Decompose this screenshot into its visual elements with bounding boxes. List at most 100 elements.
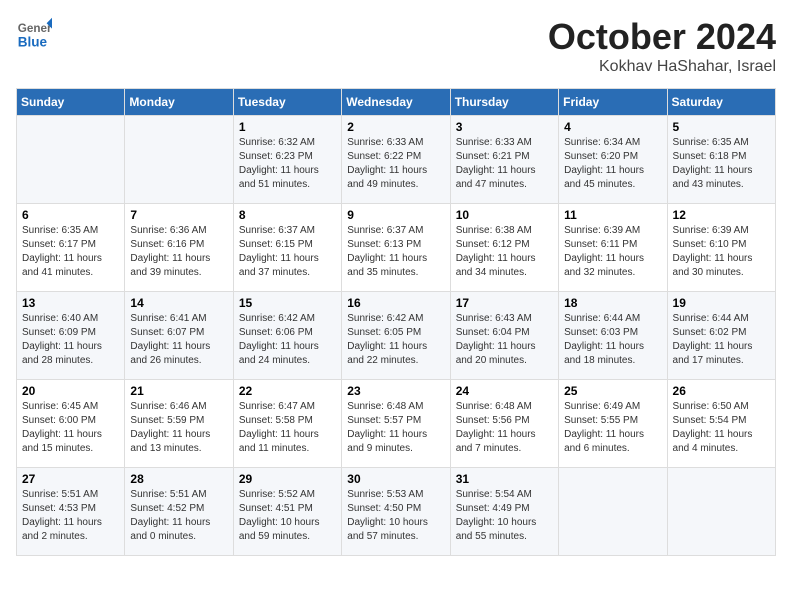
sunset-text: Sunset: 6:15 PM [239, 239, 313, 250]
day-number: 28 [130, 472, 227, 486]
day-number: 14 [130, 296, 227, 310]
calendar-cell: 2 Sunrise: 6:33 AM Sunset: 6:22 PM Dayli… [342, 116, 450, 204]
day-number: 12 [673, 208, 770, 222]
day-number: 29 [239, 472, 336, 486]
daylight-text: Daylight: 11 hours and 39 minutes. [130, 253, 210, 278]
cell-info: Sunrise: 6:45 AM Sunset: 6:00 PM Dayligh… [22, 400, 119, 456]
day-number: 10 [456, 208, 553, 222]
sunrise-text: Sunrise: 6:36 AM [130, 225, 206, 236]
calendar-cell: 29 Sunrise: 5:52 AM Sunset: 4:51 PM Dayl… [233, 468, 341, 556]
cell-info: Sunrise: 6:33 AM Sunset: 6:22 PM Dayligh… [347, 136, 444, 192]
cell-info: Sunrise: 6:34 AM Sunset: 6:20 PM Dayligh… [564, 136, 661, 192]
calendar-cell: 5 Sunrise: 6:35 AM Sunset: 6:18 PM Dayli… [667, 116, 775, 204]
calendar-cell: 3 Sunrise: 6:33 AM Sunset: 6:21 PM Dayli… [450, 116, 558, 204]
sunset-text: Sunset: 6:10 PM [673, 239, 747, 250]
svg-text:Blue: Blue [18, 35, 48, 50]
calendar-cell: 12 Sunrise: 6:39 AM Sunset: 6:10 PM Dayl… [667, 204, 775, 292]
day-number: 13 [22, 296, 119, 310]
weekday-header-cell: Saturday [667, 89, 775, 116]
calendar-week-row: 20 Sunrise: 6:45 AM Sunset: 6:00 PM Dayl… [17, 380, 776, 468]
daylight-text: Daylight: 11 hours and 49 minutes. [347, 165, 427, 190]
calendar-cell: 7 Sunrise: 6:36 AM Sunset: 6:16 PM Dayli… [125, 204, 233, 292]
day-number: 5 [673, 120, 770, 134]
daylight-text: Daylight: 11 hours and 47 minutes. [456, 165, 536, 190]
sunrise-text: Sunrise: 5:51 AM [130, 489, 206, 500]
calendar-week-row: 13 Sunrise: 6:40 AM Sunset: 6:09 PM Dayl… [17, 292, 776, 380]
day-number: 11 [564, 208, 661, 222]
sunset-text: Sunset: 6:22 PM [347, 151, 421, 162]
weekday-header-cell: Wednesday [342, 89, 450, 116]
cell-info: Sunrise: 6:39 AM Sunset: 6:11 PM Dayligh… [564, 224, 661, 280]
daylight-text: Daylight: 11 hours and 17 minutes. [673, 341, 753, 366]
day-number: 21 [130, 384, 227, 398]
day-number: 20 [22, 384, 119, 398]
day-number: 22 [239, 384, 336, 398]
cell-info: Sunrise: 6:38 AM Sunset: 6:12 PM Dayligh… [456, 224, 553, 280]
day-number: 31 [456, 472, 553, 486]
calendar-cell: 25 Sunrise: 6:49 AM Sunset: 5:55 PM Dayl… [559, 380, 667, 468]
cell-info: Sunrise: 6:40 AM Sunset: 6:09 PM Dayligh… [22, 312, 119, 368]
calendar-cell [125, 116, 233, 204]
cell-info: Sunrise: 6:43 AM Sunset: 6:04 PM Dayligh… [456, 312, 553, 368]
daylight-text: Daylight: 11 hours and 43 minutes. [673, 165, 753, 190]
daylight-text: Daylight: 11 hours and 24 minutes. [239, 341, 319, 366]
sunrise-text: Sunrise: 6:44 AM [564, 313, 640, 324]
sunset-text: Sunset: 6:00 PM [22, 415, 96, 426]
sunrise-text: Sunrise: 6:45 AM [22, 401, 98, 412]
day-number: 4 [564, 120, 661, 134]
sunrise-text: Sunrise: 6:35 AM [673, 137, 749, 148]
cell-info: Sunrise: 5:52 AM Sunset: 4:51 PM Dayligh… [239, 488, 336, 544]
calendar-week-row: 27 Sunrise: 5:51 AM Sunset: 4:53 PM Dayl… [17, 468, 776, 556]
day-number: 3 [456, 120, 553, 134]
sunrise-text: Sunrise: 6:42 AM [347, 313, 423, 324]
day-number: 7 [130, 208, 227, 222]
day-number: 15 [239, 296, 336, 310]
month-title: October 2024 [548, 16, 776, 58]
calendar-cell: 21 Sunrise: 6:46 AM Sunset: 5:59 PM Dayl… [125, 380, 233, 468]
calendar-body: 1 Sunrise: 6:32 AM Sunset: 6:23 PM Dayli… [17, 116, 776, 556]
cell-info: Sunrise: 6:44 AM Sunset: 6:02 PM Dayligh… [673, 312, 770, 368]
daylight-text: Daylight: 11 hours and 26 minutes. [130, 341, 210, 366]
calendar-cell: 27 Sunrise: 5:51 AM Sunset: 4:53 PM Dayl… [17, 468, 125, 556]
sunset-text: Sunset: 6:18 PM [673, 151, 747, 162]
sunset-text: Sunset: 4:50 PM [347, 503, 421, 514]
calendar-cell: 20 Sunrise: 6:45 AM Sunset: 6:00 PM Dayl… [17, 380, 125, 468]
cell-info: Sunrise: 6:42 AM Sunset: 6:05 PM Dayligh… [347, 312, 444, 368]
cell-info: Sunrise: 6:37 AM Sunset: 6:15 PM Dayligh… [239, 224, 336, 280]
sunrise-text: Sunrise: 6:42 AM [239, 313, 315, 324]
calendar-table: SundayMondayTuesdayWednesdayThursdayFrid… [16, 88, 776, 556]
sunrise-text: Sunrise: 6:48 AM [347, 401, 423, 412]
calendar-cell [17, 116, 125, 204]
day-number: 19 [673, 296, 770, 310]
calendar-cell: 22 Sunrise: 6:47 AM Sunset: 5:58 PM Dayl… [233, 380, 341, 468]
location: Kokhav HaShahar, Israel [548, 58, 776, 76]
daylight-text: Daylight: 11 hours and 4 minutes. [673, 429, 753, 454]
logo: General Blue [16, 16, 56, 52]
daylight-text: Daylight: 10 hours and 55 minutes. [456, 517, 537, 542]
cell-info: Sunrise: 6:36 AM Sunset: 6:16 PM Dayligh… [130, 224, 227, 280]
cell-info: Sunrise: 6:48 AM Sunset: 5:57 PM Dayligh… [347, 400, 444, 456]
calendar-cell: 18 Sunrise: 6:44 AM Sunset: 6:03 PM Dayl… [559, 292, 667, 380]
sunset-text: Sunset: 5:59 PM [130, 415, 204, 426]
sunrise-text: Sunrise: 6:47 AM [239, 401, 315, 412]
calendar-cell: 11 Sunrise: 6:39 AM Sunset: 6:11 PM Dayl… [559, 204, 667, 292]
sunrise-text: Sunrise: 6:33 AM [456, 137, 532, 148]
sunrise-text: Sunrise: 5:51 AM [22, 489, 98, 500]
calendar-cell: 15 Sunrise: 6:42 AM Sunset: 6:06 PM Dayl… [233, 292, 341, 380]
day-number: 26 [673, 384, 770, 398]
cell-info: Sunrise: 6:48 AM Sunset: 5:56 PM Dayligh… [456, 400, 553, 456]
sunset-text: Sunset: 6:05 PM [347, 327, 421, 338]
calendar-cell: 13 Sunrise: 6:40 AM Sunset: 6:09 PM Dayl… [17, 292, 125, 380]
sunrise-text: Sunrise: 6:50 AM [673, 401, 749, 412]
sunrise-text: Sunrise: 6:48 AM [456, 401, 532, 412]
weekday-header-cell: Friday [559, 89, 667, 116]
cell-info: Sunrise: 6:35 AM Sunset: 6:18 PM Dayligh… [673, 136, 770, 192]
day-number: 16 [347, 296, 444, 310]
sunrise-text: Sunrise: 6:32 AM [239, 137, 315, 148]
sunrise-text: Sunrise: 6:39 AM [564, 225, 640, 236]
calendar-week-row: 1 Sunrise: 6:32 AM Sunset: 6:23 PM Dayli… [17, 116, 776, 204]
calendar-cell: 9 Sunrise: 6:37 AM Sunset: 6:13 PM Dayli… [342, 204, 450, 292]
cell-info: Sunrise: 6:41 AM Sunset: 6:07 PM Dayligh… [130, 312, 227, 368]
sunset-text: Sunset: 6:04 PM [456, 327, 530, 338]
sunset-text: Sunset: 5:57 PM [347, 415, 421, 426]
